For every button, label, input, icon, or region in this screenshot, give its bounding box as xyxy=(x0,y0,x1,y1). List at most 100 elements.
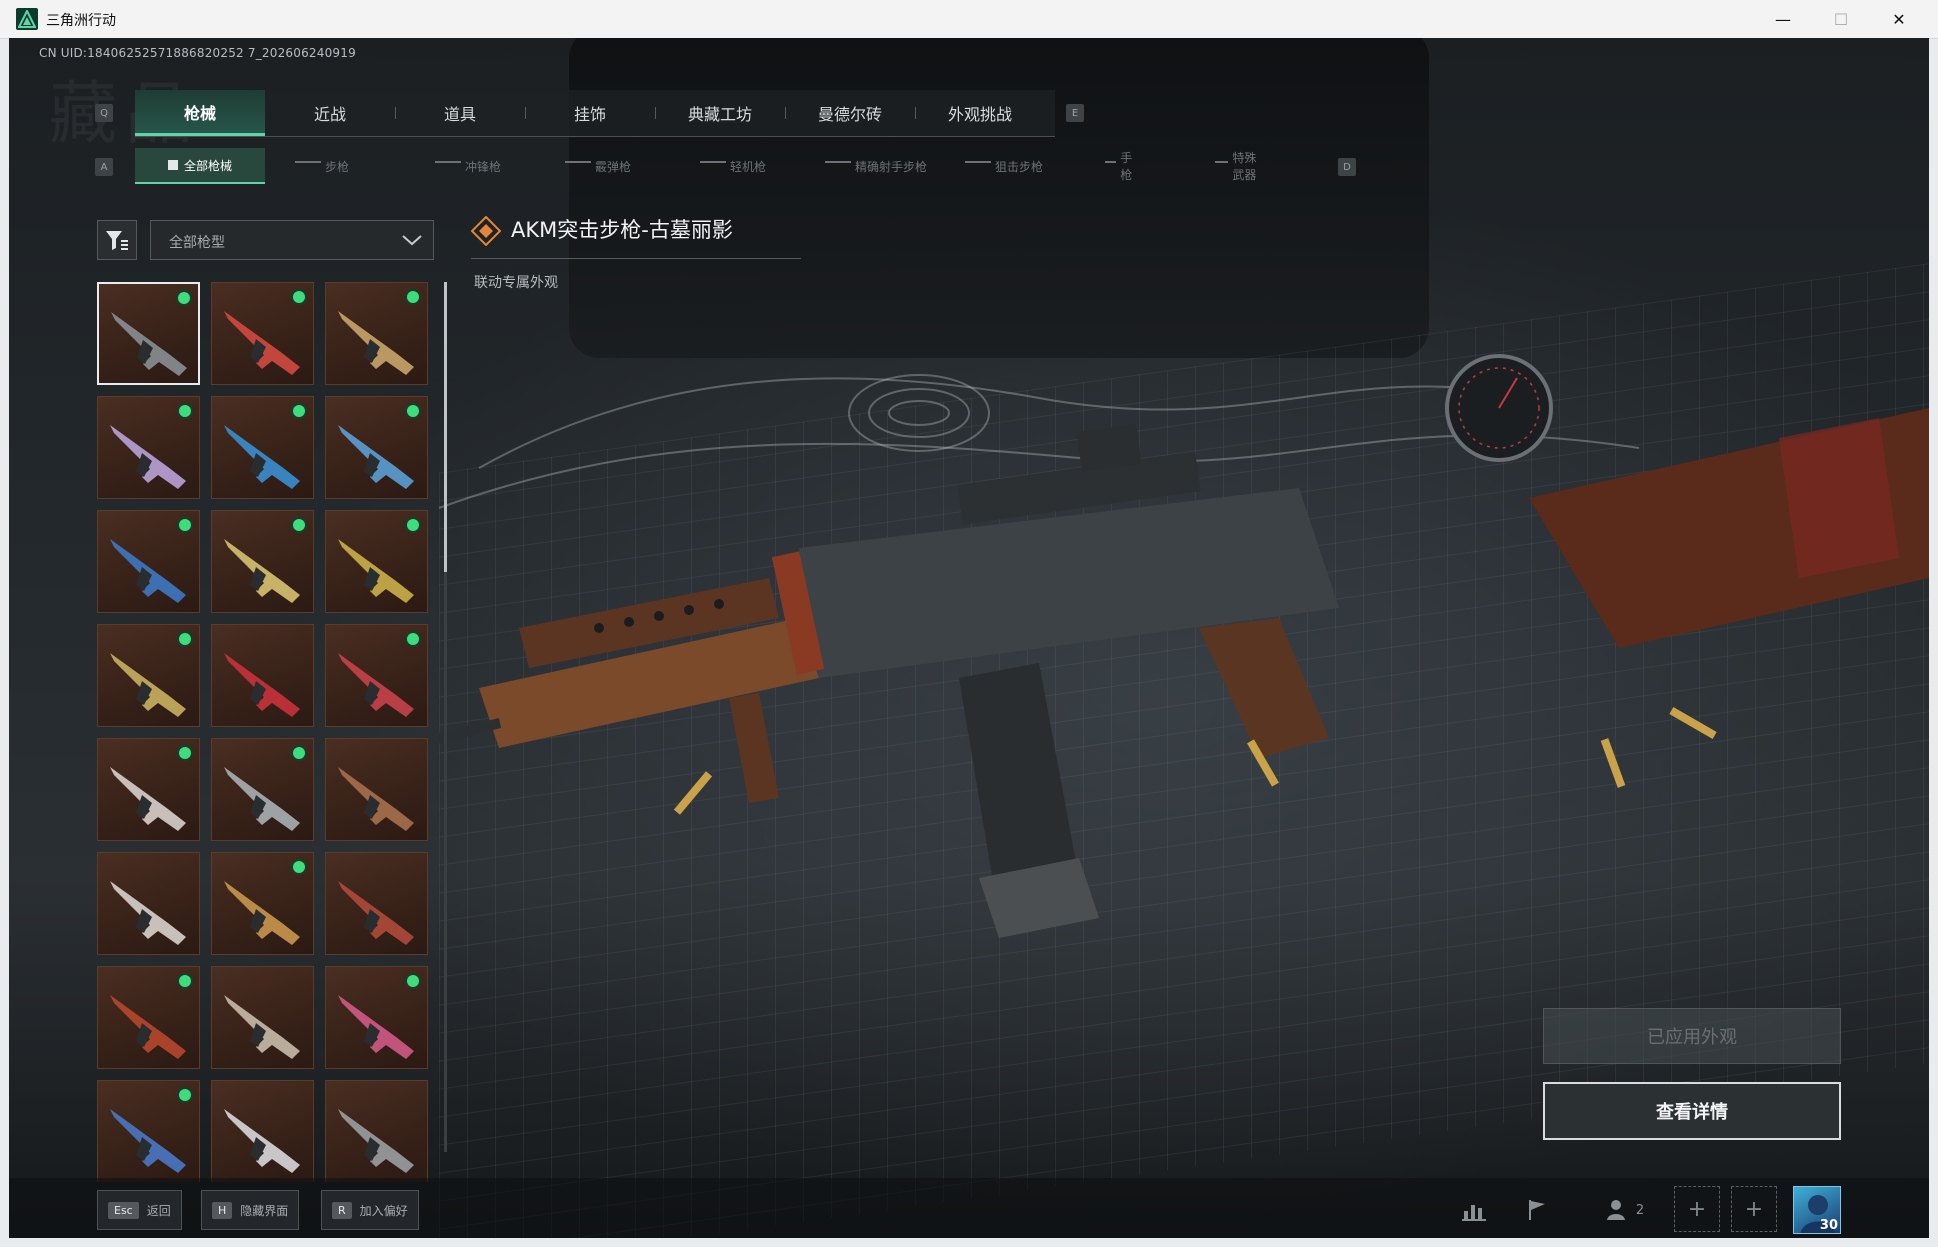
tab-next-key-hint: E xyxy=(1066,104,1084,122)
weapon-type-tabs: 全部枪械 步枪 冲锋枪 霰弹枪 轻机枪 精确射手步枪 狙击步枪 手枪 特殊武器 xyxy=(135,148,1256,184)
owned-indicator-dot xyxy=(293,747,305,759)
skin-tile[interactable] xyxy=(97,1080,200,1182)
owned-indicator-dot xyxy=(293,519,305,531)
grid-icon xyxy=(167,160,178,170)
subtab-rifles-label: 步枪 xyxy=(325,159,350,174)
party-members[interactable]: 2 xyxy=(1597,1190,1653,1230)
tab-collection-workshop[interactable]: 典藏工坊 xyxy=(655,90,785,136)
skin-tile[interactable] xyxy=(325,396,428,499)
subtab-all-firearms-label: 全部枪械 xyxy=(183,158,232,173)
player-uid: CN UID:18406252571886820252 7_2026062409… xyxy=(39,46,356,60)
owned-indicator-dot xyxy=(179,633,191,645)
r-key: R xyxy=(332,1201,352,1219)
skin-tile[interactable] xyxy=(325,966,428,1069)
owned-indicator-dot xyxy=(407,633,419,645)
sniper-rifle-icon xyxy=(965,161,991,171)
maximize-button[interactable]: ☐ xyxy=(1812,0,1870,38)
skin-tile[interactable] xyxy=(211,396,314,499)
subtab-lmg[interactable]: 轻机枪 xyxy=(700,148,766,184)
skin-tile[interactable] xyxy=(211,624,314,727)
subtab-shotguns-label: 霰弹枪 xyxy=(595,159,632,174)
rifle-icon xyxy=(295,161,321,171)
owned-indicator-dot xyxy=(179,1089,191,1101)
skin-tile[interactable] xyxy=(97,852,200,955)
tab-firearms[interactable]: 枪械 xyxy=(135,90,265,136)
subtab-all-firearms[interactable]: 全部枪械 xyxy=(135,148,265,184)
view-details-button[interactable]: 查看详情 xyxy=(1543,1082,1841,1140)
tab-charms[interactable]: 挂饰 xyxy=(525,90,655,136)
owned-indicator-dot xyxy=(178,292,190,304)
skin-tile[interactable] xyxy=(211,966,314,1069)
skin-tile[interactable] xyxy=(211,282,314,385)
skin-tile[interactable] xyxy=(325,624,428,727)
weapon-skin-thumbnail xyxy=(338,1109,414,1173)
skin-tile[interactable] xyxy=(211,1080,314,1182)
skin-tile[interactable] xyxy=(211,510,314,613)
item-subtitle: 联动专属外观 xyxy=(474,275,558,291)
special-weapon-icon xyxy=(1215,161,1229,171)
weapon-skin-thumbnail xyxy=(224,1109,300,1173)
stats-icon[interactable] xyxy=(1455,1190,1495,1230)
hide-ui-hint-label: 隐藏界面 xyxy=(240,1203,289,1218)
player-avatar[interactable]: 30 xyxy=(1793,1186,1841,1234)
invite-slot-2[interactable]: + xyxy=(1731,1186,1777,1232)
flag-icon[interactable] xyxy=(1517,1190,1557,1230)
skin-tile[interactable] xyxy=(325,282,428,385)
item-title: AKM突击步枪-古墓丽影 xyxy=(511,218,733,242)
h-key: H xyxy=(212,1201,233,1219)
subtab-sniper-rifles[interactable]: 狙击步枪 xyxy=(965,148,1043,184)
subtab-rifles[interactable]: 步枪 xyxy=(295,148,349,184)
skin-tile[interactable] xyxy=(97,966,200,1069)
owned-indicator-dot xyxy=(407,405,419,417)
subtab-shotguns[interactable]: 霰弹枪 xyxy=(565,148,631,184)
tab-appearance-challenge[interactable]: 外观挑战 xyxy=(915,90,1045,136)
skin-tile[interactable] xyxy=(211,852,314,955)
skin-tile[interactable] xyxy=(325,1080,428,1182)
weapon-skin-thumbnail xyxy=(224,995,300,1059)
filter-button[interactable] xyxy=(97,220,137,260)
filter-icon xyxy=(106,231,128,250)
window-title: 三角洲行动 xyxy=(46,13,116,29)
skin-tile[interactable] xyxy=(325,852,428,955)
people-icon xyxy=(1606,1200,1625,1220)
app-logo-icon xyxy=(16,8,38,30)
minimize-button[interactable]: — xyxy=(1754,0,1812,38)
skin-tile[interactable] xyxy=(325,510,428,613)
subtab-pistols-label: 手枪 xyxy=(1120,151,1133,182)
skin-tile[interactable] xyxy=(97,738,200,841)
skin-tile[interactable] xyxy=(97,624,200,727)
tab-items[interactable]: 道具 xyxy=(395,90,525,136)
hide-ui-hint[interactable]: H 隐藏界面 xyxy=(201,1190,300,1230)
weapon-skin-thumbnail xyxy=(338,767,414,831)
applied-appearance-button: 已应用外观 xyxy=(1543,1008,1841,1064)
subtab-pistols[interactable]: 手枪 xyxy=(1105,148,1137,184)
grid-scrollbar-thumb[interactable] xyxy=(444,282,447,572)
subtab-marksman-rifles[interactable]: 精确射手步枪 xyxy=(825,148,927,184)
skin-tile[interactable] xyxy=(97,510,200,613)
tab-melee[interactable]: 近战 xyxy=(265,90,395,136)
add-favorite-hint[interactable]: R 加入偏好 xyxy=(321,1190,419,1230)
back-hint[interactable]: Esc 返回 xyxy=(97,1190,182,1230)
skin-tile[interactable] xyxy=(325,738,428,841)
weapon-skin-thumbnail xyxy=(224,653,300,717)
subtab-special-weapons[interactable]: 特殊武器 xyxy=(1215,148,1257,184)
subtab-lmg-label: 轻机枪 xyxy=(730,159,767,174)
add-favorite-hint-label: 加入偏好 xyxy=(359,1203,408,1218)
owned-indicator-dot xyxy=(179,975,191,987)
skin-tile[interactable] xyxy=(97,282,200,385)
skin-tile[interactable] xyxy=(211,738,314,841)
weapon-model-dropdown[interactable]: 全部枪型 xyxy=(150,220,434,260)
game-viewport: 藏品 CN UID:18406252571886820252 7_2026062… xyxy=(9,38,1929,1238)
close-button[interactable]: ✕ xyxy=(1870,0,1928,38)
tab-mandel-brick[interactable]: 曼德尔砖 xyxy=(785,90,915,136)
skin-tile[interactable] xyxy=(97,396,200,499)
invite-slot-1[interactable]: + xyxy=(1674,1186,1720,1232)
party-count: 2 xyxy=(1635,1202,1645,1218)
owned-indicator-dot xyxy=(407,291,419,303)
subtab-sniper-rifles-label: 狙击步枪 xyxy=(995,159,1044,174)
owned-indicator-dot xyxy=(293,405,305,417)
subtab-prev-key-hint: A xyxy=(95,158,113,176)
marksman-rifle-icon xyxy=(825,161,851,171)
owned-indicator-dot xyxy=(179,519,191,531)
subtab-smg[interactable]: 冲锋枪 xyxy=(435,148,501,184)
